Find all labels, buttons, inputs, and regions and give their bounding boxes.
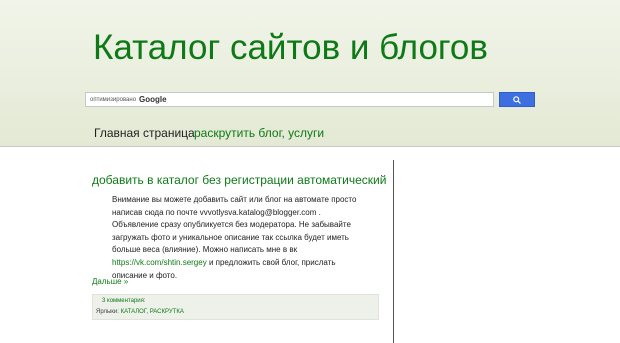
read-more-link[interactable]: Дальше » [92,277,128,286]
search-input[interactable]: оптимизировано Google [85,92,494,107]
sidebar-divider [393,160,394,343]
main-nav: Главная страница раскрутить блог, услуги [0,126,620,140]
labels-row: Ярлыки: КАТАЛОГ, РАСКРУТКА [96,309,184,315]
header-divider [0,146,620,147]
nav-item-home[interactable]: Главная страница [94,126,195,140]
post-footer: 3 комментария: Ярлыки: КАТАЛОГ, РАСКРУТК… [92,294,379,320]
post-text: Внимание вы можете добавить сайт или бло… [112,195,357,255]
post-title[interactable]: добавить в каталог без регистрации автом… [92,173,386,187]
search-icon [513,95,521,104]
vk-link[interactable]: https://vk.com/shtin.sergey [112,258,207,267]
comments-link[interactable]: 3 комментария: [102,298,146,304]
nav-item-promotion[interactable]: раскрутить блог, услуги [194,126,324,140]
post-body: Внимание вы можете добавить сайт или бло… [112,194,362,282]
search-hint: оптимизировано [90,96,137,103]
label-link-promotion[interactable]: РАСКРУТКА [150,309,184,315]
labels-prefix: Ярлыки: [96,309,119,315]
search-button[interactable] [499,92,535,107]
label-link-catalog[interactable]: КАТАЛОГ [121,309,147,315]
site-title[interactable]: Каталог сайтов и блогов [93,28,488,68]
site-header: Каталог сайтов и блогов оптимизировано G… [0,0,620,146]
search-brand: Google [139,95,167,104]
